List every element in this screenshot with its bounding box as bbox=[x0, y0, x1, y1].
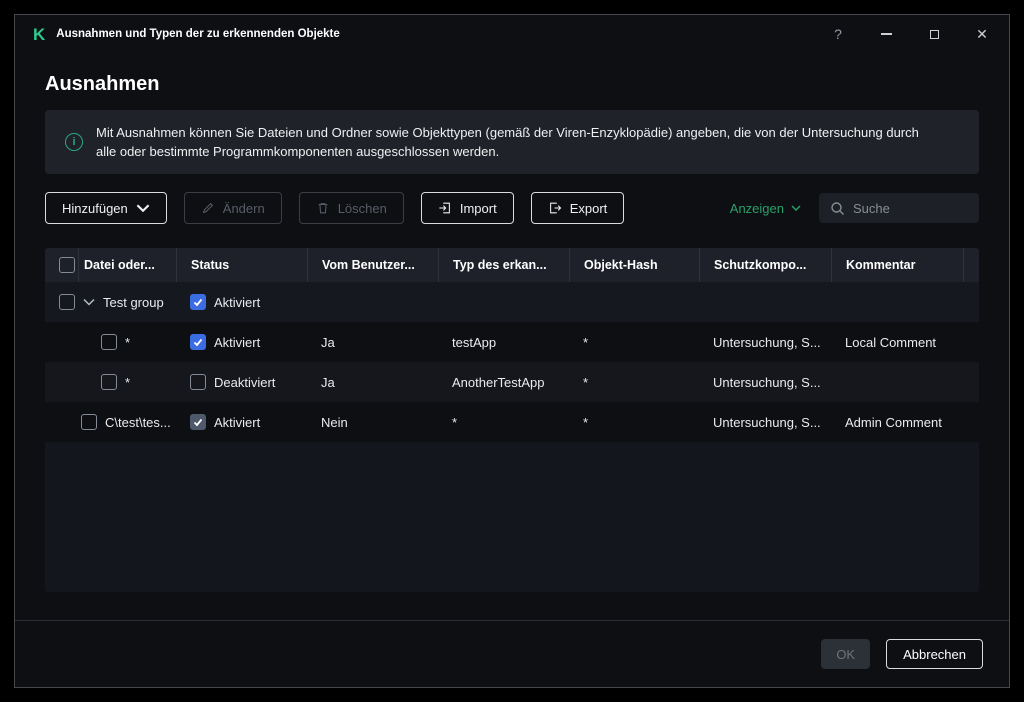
delete-button-label: Löschen bbox=[337, 200, 387, 216]
column-header-file: Datei oder... bbox=[78, 248, 176, 282]
row-select-checkbox[interactable] bbox=[81, 414, 97, 430]
maximize-icon bbox=[929, 29, 939, 39]
cancel-button[interactable]: Abbrechen bbox=[886, 639, 983, 669]
file-cell: * bbox=[45, 334, 176, 350]
show-filter-label: Anzeigen bbox=[729, 200, 784, 216]
table-header: Datei oder... Status Vom Benutzer... Typ… bbox=[45, 248, 979, 282]
page-title: Ausnahmen bbox=[45, 73, 160, 95]
file-cell: * bbox=[45, 374, 176, 390]
hash-cell: * bbox=[583, 374, 589, 390]
components-cell: Untersuchung, S... bbox=[713, 334, 821, 350]
search-box bbox=[819, 193, 979, 223]
info-banner-text: Mit Ausnahmen können Sie Dateien und Ord… bbox=[96, 124, 919, 160]
user-cell: Ja bbox=[321, 374, 335, 390]
hash-cell: * bbox=[583, 334, 589, 350]
window-controls: ? ✕ bbox=[829, 25, 991, 43]
exclusions-dialog-window: K Ausnahmen und Typen der zu erkennenden… bbox=[14, 14, 1010, 688]
column-header-components: Schutzkompo... bbox=[699, 248, 831, 282]
group-status-cell: Aktiviert bbox=[176, 294, 307, 310]
export-icon bbox=[549, 202, 561, 214]
status-label: Aktiviert bbox=[214, 294, 261, 310]
status-cell: Aktiviert bbox=[176, 334, 307, 350]
group-name-cell: Test group bbox=[45, 294, 176, 310]
titlebar: K Ausnahmen und Typen der zu erkennenden… bbox=[15, 15, 1009, 53]
user-cell: Nein bbox=[321, 414, 348, 430]
status-checkbox[interactable] bbox=[190, 414, 206, 430]
dialog-footer: OK Abbrechen bbox=[15, 620, 1009, 687]
column-header-spacer bbox=[963, 248, 979, 282]
column-header-status: Status bbox=[176, 248, 307, 282]
export-button[interactable]: Export bbox=[530, 192, 625, 224]
import-button-label: Import bbox=[459, 200, 497, 216]
minimize-icon bbox=[880, 33, 892, 35]
search-icon bbox=[831, 201, 844, 215]
column-header-type: Typ des erkan... bbox=[438, 248, 569, 282]
table-row[interactable]: C\test\tes... Aktiviert Nein * * Untersu… bbox=[45, 402, 979, 442]
comment-cell: Admin Comment bbox=[845, 414, 942, 430]
add-button[interactable]: Hinzufügen bbox=[45, 192, 167, 224]
delete-button[interactable]: Löschen bbox=[298, 192, 404, 224]
info-banner: i Mit Ausnahmen können Sie Dateien und O… bbox=[45, 110, 979, 174]
group-name: Test group bbox=[103, 294, 164, 310]
status-label: Deaktiviert bbox=[214, 374, 276, 390]
close-button[interactable]: ✕ bbox=[973, 25, 991, 43]
edit-button-label: Ändern bbox=[222, 200, 265, 216]
select-all-cell bbox=[45, 248, 78, 282]
edit-button[interactable]: Ändern bbox=[183, 192, 282, 224]
help-button[interactable]: ? bbox=[829, 25, 847, 43]
type-cell: testApp bbox=[452, 334, 497, 350]
trash-icon bbox=[318, 203, 328, 214]
file-value: * bbox=[125, 374, 131, 390]
maximize-button[interactable] bbox=[925, 25, 943, 43]
file-value: * bbox=[125, 334, 131, 350]
type-cell: * bbox=[452, 414, 458, 430]
chevron-down-icon bbox=[791, 205, 801, 211]
file-cell: C\test\tes... bbox=[45, 414, 176, 430]
minimize-button[interactable] bbox=[877, 25, 895, 43]
table-row[interactable]: * Deaktiviert Ja AnotherTestApp * Unters… bbox=[45, 362, 979, 402]
toolbar-right: Anzeigen bbox=[730, 193, 979, 223]
status-checkbox[interactable] bbox=[190, 294, 206, 310]
select-all-checkbox[interactable] bbox=[59, 257, 75, 273]
import-button[interactable]: Import bbox=[420, 192, 514, 224]
column-header-comment: Kommentar bbox=[831, 248, 963, 282]
hash-cell: * bbox=[583, 414, 589, 430]
import-icon bbox=[439, 202, 450, 214]
row-select-checkbox[interactable] bbox=[101, 374, 117, 390]
chevron-down-icon bbox=[136, 204, 150, 213]
pencil-icon bbox=[202, 202, 213, 214]
status-checkbox[interactable] bbox=[190, 334, 206, 350]
table-group-row[interactable]: Test group Aktiviert bbox=[45, 282, 979, 322]
ok-button[interactable]: OK bbox=[821, 639, 871, 669]
components-cell: Untersuchung, S... bbox=[713, 414, 821, 430]
table-empty-area bbox=[45, 442, 979, 592]
kaspersky-logo-icon: K bbox=[33, 24, 45, 44]
exclusions-table: Datei oder... Status Vom Benutzer... Typ… bbox=[45, 248, 979, 592]
column-header-hash: Objekt-Hash bbox=[569, 248, 699, 282]
type-cell: AnotherTestApp bbox=[452, 374, 545, 390]
status-cell: Deaktiviert bbox=[176, 374, 307, 390]
user-cell: Ja bbox=[321, 334, 335, 350]
window-title: Ausnahmen und Typen der zu erkennenden O… bbox=[56, 28, 340, 40]
row-select-checkbox[interactable] bbox=[59, 294, 75, 310]
status-label: Aktiviert bbox=[214, 414, 261, 430]
add-button-label: Hinzufügen bbox=[62, 200, 128, 216]
file-value: C\test\tes... bbox=[105, 414, 171, 430]
collapse-chevron-icon[interactable] bbox=[83, 298, 95, 306]
status-label: Aktiviert bbox=[214, 334, 261, 350]
toolbar: Hinzufügen Ändern Löschen Import Export … bbox=[45, 192, 979, 224]
export-button-label: Export bbox=[569, 200, 608, 216]
dialog-content: Ausnahmen i Mit Ausnahmen können Sie Dat… bbox=[15, 53, 1009, 620]
show-filter-dropdown[interactable]: Anzeigen bbox=[730, 201, 801, 216]
row-select-checkbox[interactable] bbox=[101, 334, 117, 350]
status-checkbox[interactable] bbox=[190, 374, 206, 390]
components-cell: Untersuchung, S... bbox=[713, 374, 821, 390]
table-row[interactable]: * Aktiviert Ja testApp * Untersuchung, S… bbox=[45, 322, 979, 362]
desktop-background: K Ausnahmen und Typen der zu erkennenden… bbox=[0, 0, 1024, 702]
column-header-user: Vom Benutzer... bbox=[307, 248, 438, 282]
status-cell: Aktiviert bbox=[176, 414, 307, 430]
comment-cell: Local Comment bbox=[845, 334, 937, 350]
info-icon: i bbox=[65, 133, 83, 151]
